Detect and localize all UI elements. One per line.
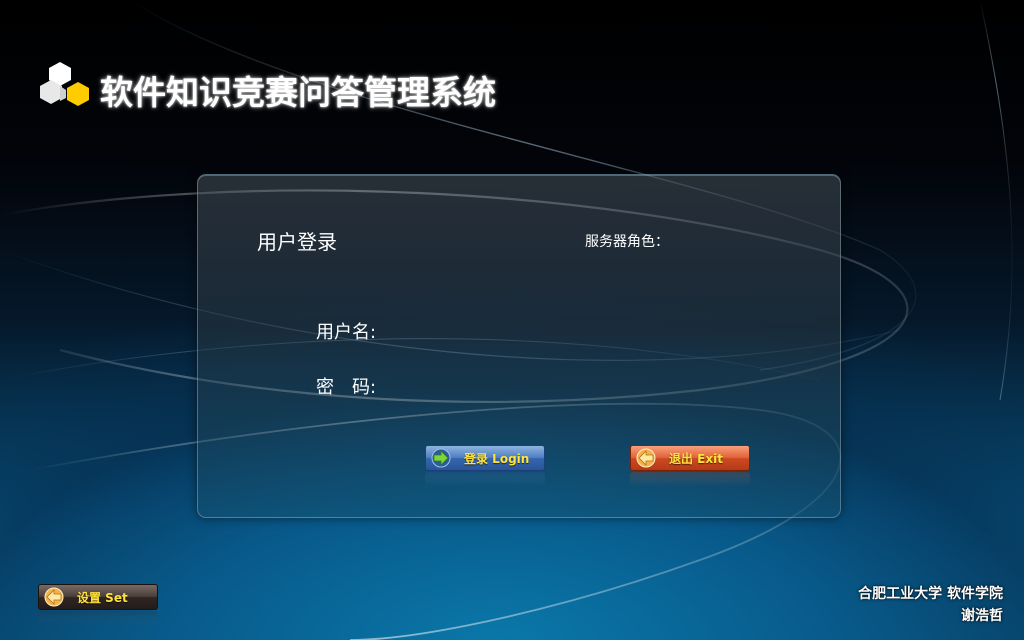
set-button[interactable]: 设置 Set [38, 584, 158, 610]
exit-button-reflection [630, 472, 750, 486]
username-label: 用户名: [316, 322, 377, 343]
password-input[interactable] [393, 371, 627, 397]
exit-button-wrapper: 退出 Exit [630, 445, 750, 486]
app-title: 软件知识竞赛问答管理系统 [100, 73, 496, 112]
exit-button-label: 退出 Exit [669, 451, 723, 466]
login-panel: 用户登录 服务器角色： 用户名: 密 码: 登录 Login 退出 Exit [197, 174, 841, 518]
login-screen: 软件知识竞赛问答管理系统 用户登录 服务器角色： 用户名: 密 码: 登录 Lo… [0, 0, 1024, 640]
server-role-label: 服务器角色： [585, 234, 669, 250]
arrow-right-icon [431, 448, 451, 468]
exit-button[interactable]: 退出 Exit [630, 445, 750, 471]
set-button-reflection [38, 611, 158, 625]
login-button-wrapper: 登录 Login [425, 445, 545, 486]
username-input[interactable] [393, 316, 627, 342]
server-role-select[interactable] [678, 227, 808, 251]
set-button-label: 设置 Set [77, 590, 128, 605]
set-button-wrapper: 设置 Set [38, 584, 158, 625]
hexagon-cubes-logo-icon [40, 62, 89, 106]
login-button-reflection [425, 472, 545, 486]
credits-author: 谢浩哲 [961, 608, 1003, 624]
login-heading: 用户登录 [257, 230, 337, 254]
password-label: 密 码: [316, 377, 377, 398]
logo-accent-hexagon [67, 82, 89, 106]
credits: 合肥工业大学 软件学院 谢浩哲 [858, 583, 1003, 627]
arrow-left-icon [44, 587, 64, 607]
login-button[interactable]: 登录 Login [425, 445, 545, 471]
credits-organization: 合肥工业大学 软件学院 [858, 586, 1003, 602]
arrow-left-icon [636, 448, 656, 468]
login-button-label: 登录 Login [464, 451, 530, 466]
